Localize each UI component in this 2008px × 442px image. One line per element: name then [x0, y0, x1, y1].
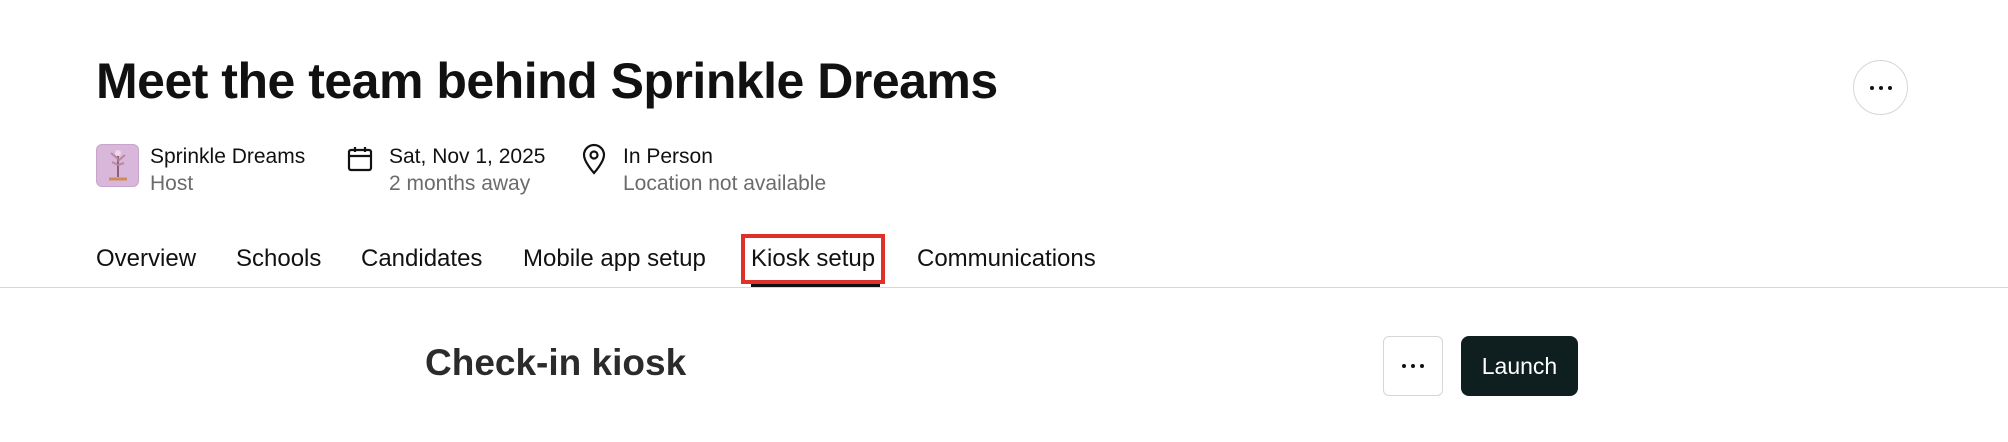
event-date-relative: 2 months away	[389, 172, 531, 195]
more-options-button[interactable]	[1853, 60, 1908, 115]
section-title: Check-in kiosk	[425, 342, 687, 383]
event-date: Sat, Nov 1, 2025 2 months away	[344, 143, 545, 197]
tab-candidates[interactable]: Candidates	[361, 244, 482, 274]
event-location: In Person Location not available	[578, 143, 826, 197]
host-role: Host	[150, 172, 194, 195]
map-pin-icon	[578, 143, 610, 175]
tab-mobile-app-setup[interactable]: Mobile app setup	[523, 244, 706, 274]
tab-kiosk-setup[interactable]: Kiosk setup	[740, 234, 886, 284]
tab-schools[interactable]: Schools	[236, 244, 321, 274]
host-avatar	[96, 144, 139, 187]
kiosk-more-button[interactable]	[1383, 336, 1443, 396]
event-tabs: Overview Schools Candidates Mobile app s…	[0, 234, 2008, 288]
tab-communications[interactable]: Communications	[917, 244, 1096, 274]
calendar-icon	[344, 143, 376, 175]
more-horizontal-icon	[1402, 364, 1424, 368]
location-type: In Person	[623, 145, 713, 168]
host-info[interactable]: Sprinkle Dreams Host	[96, 143, 305, 197]
more-horizontal-icon	[1869, 85, 1892, 90]
event-date-value: Sat, Nov 1, 2025	[389, 145, 546, 168]
host-name: Sprinkle Dreams	[150, 145, 306, 168]
tabs-divider	[0, 287, 2008, 288]
page: Meet the team behind Sprinkle Dreams Spr…	[0, 0, 2008, 442]
launch-button[interactable]: Launch	[1461, 336, 1578, 396]
location-detail: Location not available	[623, 172, 827, 195]
event-meta: Sprinkle Dreams Host Sat, Nov 1, 2025 2 …	[0, 143, 2008, 203]
page-title: Meet the team behind Sprinkle Dreams	[96, 53, 998, 109]
tab-overview[interactable]: Overview	[96, 244, 196, 274]
